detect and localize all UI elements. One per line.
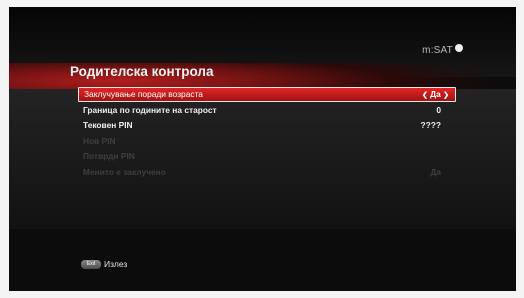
- menu-row-value: 0: [436, 104, 441, 115]
- brand-logo: m:SAT: [422, 45, 453, 56]
- menu-row-label: Потврди PIN: [83, 151, 135, 161]
- exit-label: Излез: [104, 259, 128, 269]
- tv-screen: m:SAT Родителска контрола Заклучување по…: [9, 7, 516, 291]
- menu-row-label: Менито е заклучено: [83, 166, 166, 177]
- menu-row-label: Граница по годините на старост: [83, 104, 217, 115]
- menu-row-label: Тековен PIN: [83, 120, 133, 130]
- arrow-right-icon[interactable]: ❯: [443, 92, 449, 99]
- menu-row-age-limit[interactable]: Граница по годините на старост 0: [78, 103, 456, 118]
- footer-hint: Exit Излез: [81, 259, 128, 270]
- settings-menu: Заклучување поради возраста ❮ Да ❯ Грани…: [78, 87, 456, 180]
- menu-row-age-lock[interactable]: Заклучување поради возраста ❮ Да ❯: [78, 87, 456, 102]
- menu-row-current-pin[interactable]: Тековен PIN ????: [78, 118, 456, 133]
- exit-key-icon[interactable]: Exit: [81, 260, 101, 270]
- menu-row-value: Да: [430, 166, 441, 177]
- page-title: Родителска контрола: [70, 64, 214, 79]
- menu-row-value[interactable]: ❮ Да ❯: [422, 88, 449, 103]
- arrow-left-icon[interactable]: ❮: [422, 92, 428, 99]
- menu-row-confirm-pin: Потврди PIN: [78, 149, 456, 164]
- menu-row-value: ????: [420, 120, 441, 130]
- menu-row-label: Нов PIN: [83, 135, 116, 146]
- menu-row-menu-locked: Менито е заклучено Да: [78, 165, 456, 180]
- menu-row-label: Заклучување поради возраста: [84, 89, 203, 99]
- menu-row-new-pin: Нов PIN: [78, 134, 456, 149]
- age-lock-value: Да: [430, 89, 441, 99]
- brand-dot-icon: [455, 44, 463, 52]
